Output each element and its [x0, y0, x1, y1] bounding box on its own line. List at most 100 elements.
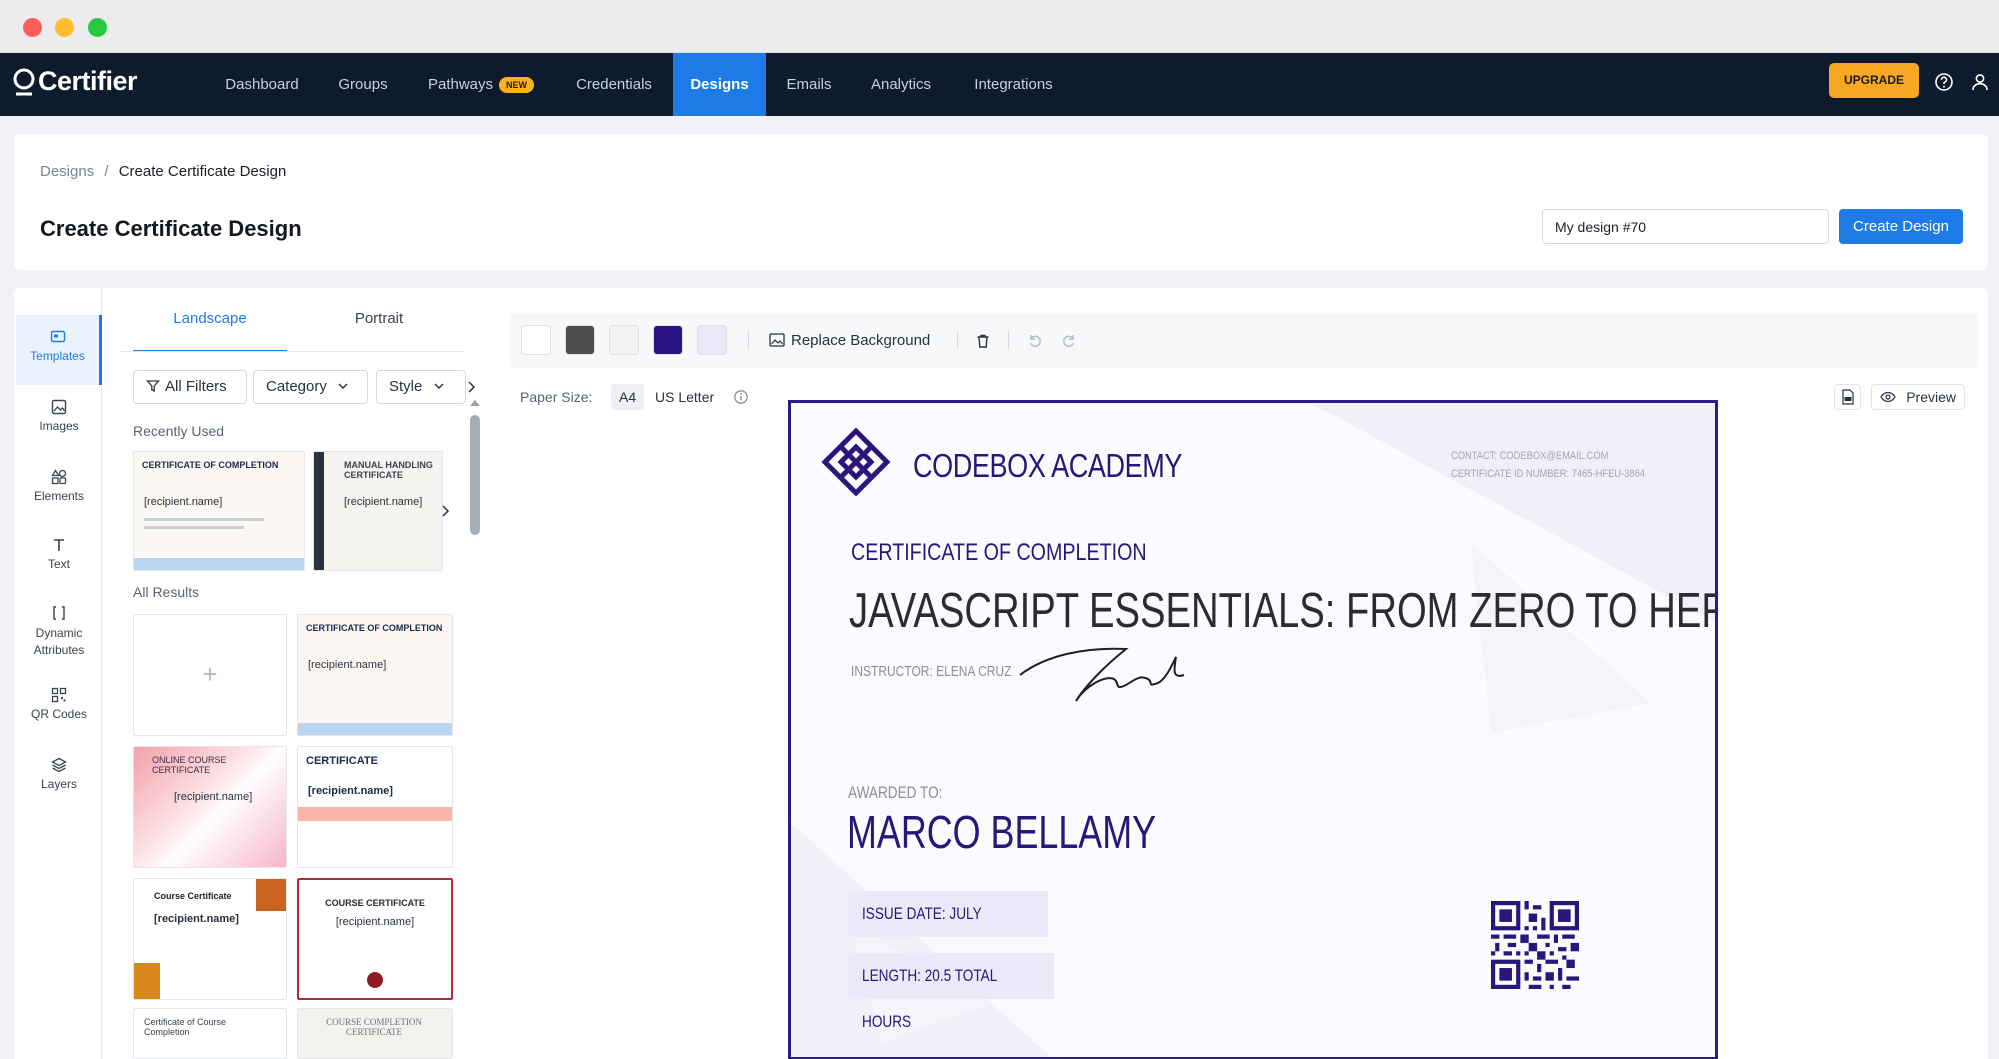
design-name-input[interactable]: [1542, 209, 1829, 244]
template-thumbnail[interactable]: MANUAL HANDLING CERTIFICATE [recipient.n…: [313, 451, 443, 571]
template-thumbnail[interactable]: CERTIFICATE [recipient.name]: [297, 746, 453, 868]
color-swatch-white[interactable]: [521, 325, 551, 355]
sidebar-item-layers[interactable]: Layers: [16, 743, 102, 813]
all-results-label: All Results: [133, 584, 200, 600]
template-accent-band: [298, 807, 452, 821]
sidebar-item-qr-codes[interactable]: QR Codes: [16, 673, 102, 743]
style-label: Style: [389, 378, 423, 395]
toolbar-divider: [748, 331, 749, 349]
issue-date-box[interactable]: ISSUE DATE: JULY 28, 2025: [848, 891, 1048, 969]
scrollbar-thumb[interactable]: [470, 415, 480, 535]
course-length-text: LENGTH: 20.5 TOTAL HOURS: [862, 966, 997, 1031]
filter-icon: [146, 380, 160, 393]
style-dropdown[interactable]: Style: [376, 370, 466, 404]
filters-scroll-right-icon[interactable]: [466, 380, 478, 394]
tab-landscape[interactable]: Landscape: [133, 310, 287, 352]
paper-size-a4[interactable]: A4: [611, 384, 645, 410]
trash-icon[interactable]: [975, 333, 991, 349]
nav-dashboard[interactable]: Dashboard: [213, 53, 311, 116]
download-pdf-button[interactable]: [1834, 384, 1861, 410]
color-swatch-gray[interactable]: [565, 325, 595, 355]
certificate-heading[interactable]: CERTIFICATE OF COMPLETION: [851, 539, 1147, 567]
template-thumbnail[interactable]: Course Certificate [recipient.name]: [133, 878, 287, 1000]
nav-integrations[interactable]: Integrations: [962, 53, 1065, 116]
design-toolbar: Replace Background: [509, 313, 1979, 368]
toolbar-divider: [1008, 331, 1009, 349]
certificate-contact[interactable]: CONTACT: CODEBOX@EMAIL.COM CERTIFICATE I…: [1451, 447, 1645, 483]
template-title: CERTIFICATE OF COMPLETION: [142, 460, 279, 470]
page-header: Designs / Create Certificate Design Crea…: [14, 134, 1988, 270]
pdf-icon: [1842, 389, 1854, 405]
sidebar-item-templates[interactable]: Templates: [16, 315, 102, 385]
template-thumbnail[interactable]: COURSE COMPLETION CERTIFICATE: [297, 1008, 453, 1059]
breadcrumb-designs-link[interactable]: Designs: [40, 163, 94, 180]
color-swatch-lavender[interactable]: [697, 325, 727, 355]
template-thumbnail[interactable]: ONLINE COURSE CERTIFICATE [recipient.nam…: [133, 746, 287, 868]
breadcrumb: Designs / Create Certificate Design: [40, 163, 286, 180]
certificate-canvas[interactable]: CODEBOX ACADEMY CONTACT: CODEBOX@EMAIL.C…: [788, 400, 1718, 1059]
template-thumbnail[interactable]: CERTIFICATE OF COMPLETION [recipient.nam…: [297, 614, 453, 736]
academy-name[interactable]: CODEBOX ACADEMY: [913, 447, 1182, 485]
qr-code[interactable]: [1491, 901, 1579, 989]
redo-icon[interactable]: [1061, 333, 1077, 349]
info-icon[interactable]: [733, 389, 749, 405]
nav-emails[interactable]: Emails: [780, 53, 838, 116]
sidebar-item-dynamic-attributes[interactable]: Dynamic Attributes: [16, 591, 102, 671]
nav-credentials[interactable]: Credentials: [566, 53, 662, 116]
template-thumbnail[interactable]: CERTIFICATE OF COMPLETION [recipient.nam…: [133, 451, 305, 571]
maximize-window-button[interactable]: [88, 18, 107, 37]
replace-background-button[interactable]: Replace Background: [769, 332, 930, 349]
top-navbar: Certifier Dashboard Groups Pathways NEW C…: [0, 53, 1999, 116]
preview-button[interactable]: Preview: [1871, 384, 1965, 410]
course-title[interactable]: JAVASCRIPT ESSENTIALS: FROM ZERO TO HERO: [849, 583, 1715, 639]
sidebar-item-label: Dynamic Attributes: [33, 626, 85, 657]
instructor-name[interactable]: INSTRUCTOR: ELENA CRUZ: [851, 663, 1011, 680]
certifier-logo[interactable]: Certifier: [12, 66, 138, 97]
awarded-to-label[interactable]: AWARDED TO:: [848, 783, 942, 803]
templates-scrollbar[interactable]: [469, 400, 481, 1058]
minimize-window-button[interactable]: [55, 18, 74, 37]
breadcrumb-current: Create Certificate Design: [118, 163, 287, 180]
templates-icon: [50, 330, 65, 343]
template-title: COURSE CERTIFICATE: [325, 898, 425, 908]
color-swatch-light[interactable]: [609, 325, 639, 355]
recently-used-label: Recently Used: [133, 423, 225, 439]
nav-pathways[interactable]: Pathways NEW: [420, 53, 542, 116]
recent-scroll-right-icon[interactable]: [441, 504, 451, 518]
template-thumbnail[interactable]: Certificate of Course Completion: [133, 1008, 287, 1059]
scroll-up-icon[interactable]: [469, 398, 481, 408]
create-design-button[interactable]: Create Design: [1839, 209, 1963, 244]
all-filters-button[interactable]: All Filters: [133, 370, 247, 404]
upgrade-button[interactable]: UPGRADE: [1829, 63, 1919, 98]
template-seal: [367, 972, 383, 988]
recipient-name[interactable]: MARCO BELLAMY: [847, 805, 1156, 859]
template-title: ONLINE COURSE CERTIFICATE: [152, 755, 227, 775]
course-length-box[interactable]: LENGTH: 20.5 TOTAL HOURS: [848, 953, 1054, 1031]
undo-icon[interactable]: [1027, 333, 1043, 349]
sidebar-item-images[interactable]: Images: [16, 385, 102, 455]
sidebar-item-elements[interactable]: Elements: [16, 455, 102, 525]
template-line: [144, 526, 244, 529]
layers-icon: [51, 757, 67, 773]
template-recipient: [recipient.name]: [308, 659, 387, 671]
template-footer-band: [134, 558, 304, 570]
nav-analytics[interactable]: Analytics: [864, 53, 938, 116]
tab-portrait[interactable]: Portrait: [302, 310, 456, 352]
chevron-down-icon: [434, 383, 444, 390]
color-swatch-indigo[interactable]: [653, 325, 683, 355]
nav-groups[interactable]: Groups: [325, 53, 401, 116]
sidebar-item-text[interactable]: Text: [16, 523, 102, 593]
category-dropdown[interactable]: Category: [253, 370, 368, 404]
paper-size-us-letter[interactable]: US Letter: [647, 384, 722, 410]
help-icon[interactable]: [1933, 71, 1955, 93]
nav-designs[interactable]: Designs: [673, 53, 766, 116]
template-accent-bar: [314, 452, 324, 570]
template-recipient: [recipient.name]: [335, 916, 415, 928]
chevron-down-icon: [338, 383, 348, 390]
template-thumbnail[interactable]: COURSE CERTIFICATE [recipient.name]: [297, 878, 453, 1000]
blank-template-button[interactable]: +: [133, 614, 287, 736]
user-icon[interactable]: [1969, 71, 1991, 93]
close-window-button[interactable]: [23, 18, 42, 37]
signature-image[interactable]: [1016, 635, 1196, 705]
page-title: Create Certificate Design: [40, 216, 302, 241]
